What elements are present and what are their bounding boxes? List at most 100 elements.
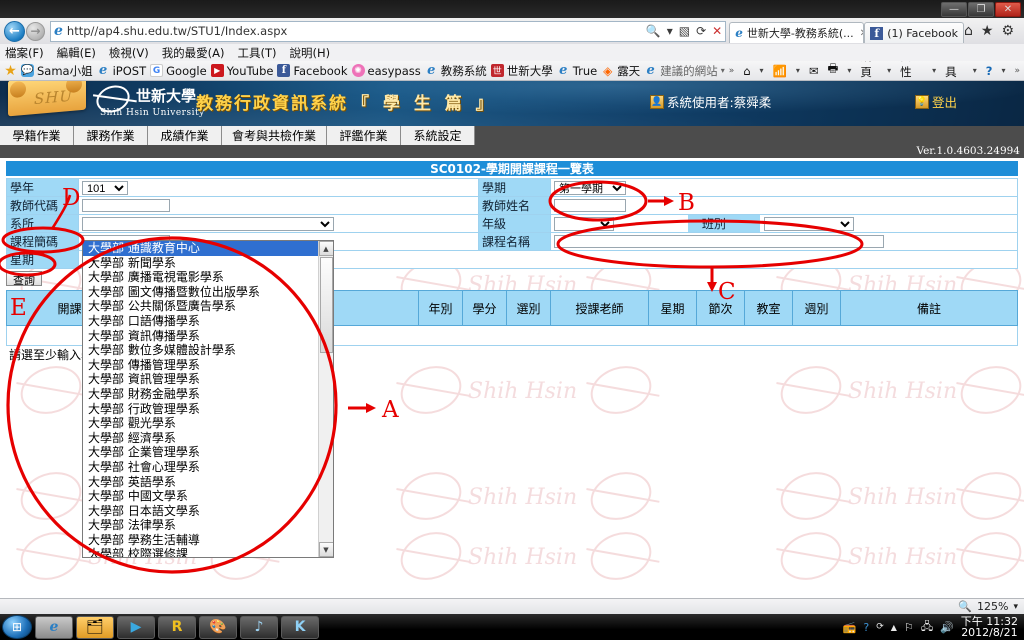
- nav-tab-huikao[interactable]: 會考與共檢作業: [222, 126, 328, 145]
- dropdown-option[interactable]: 大學部 法律學系: [83, 518, 318, 533]
- teacher-name-input[interactable]: [554, 198, 626, 212]
- dropdown-option[interactable]: 大學部 公共關係暨廣告學系: [83, 299, 318, 314]
- back-button[interactable]: ←: [4, 20, 25, 42]
- help-menu[interactable]: ?: [986, 64, 993, 78]
- dropdown-option[interactable]: 大學部 行政管理學系: [83, 402, 318, 417]
- favorite-suggested-sites[interactable]: e 建議的網站 ▾: [644, 63, 725, 79]
- tools-gear-icon[interactable]: ⚙: [1001, 23, 1014, 39]
- menu-file[interactable]: 檔案(F): [5, 45, 44, 61]
- favorite-shu[interactable]: 世世新大學: [490, 63, 553, 79]
- overflow-chevron-icon[interactable]: »: [729, 66, 735, 76]
- close-button[interactable]: ✕: [995, 1, 1021, 17]
- security-menu[interactable]: 安全性(S): [900, 61, 923, 80]
- radio-icon[interactable]: 📻: [843, 621, 857, 634]
- home-icon[interactable]: ⌂: [964, 23, 973, 39]
- dropdown-scrollbar[interactable]: ▲ ▼: [318, 241, 333, 557]
- stop-icon[interactable]: ✕: [712, 24, 722, 38]
- nav-tab-xueji[interactable]: 學籍作業: [0, 126, 74, 145]
- favorite-jiaowu[interactable]: e 教務系統: [425, 63, 487, 79]
- taskbar-itunes[interactable]: ♪: [240, 615, 278, 639]
- dropdown-option[interactable]: 大學部 財務金融學系: [83, 387, 318, 402]
- dropdown-option[interactable]: 大學部 觀光學系: [83, 416, 318, 431]
- dropdown-option[interactable]: 大學部 企業管理學系: [83, 445, 318, 460]
- dropdown-option[interactable]: 大學部 日本語文學系: [83, 504, 318, 519]
- help-icon[interactable]: ?: [863, 621, 869, 634]
- volume-icon[interactable]: 🔊: [940, 621, 954, 634]
- academic-year-select[interactable]: 101: [82, 180, 128, 195]
- start-button[interactable]: ⊞: [2, 615, 32, 639]
- scroll-up-icon[interactable]: ▲: [318, 241, 333, 256]
- print-icon[interactable]: 🖶: [828, 61, 839, 80]
- dropdown-option[interactable]: 大學部 廣播電視電影學系: [83, 270, 318, 285]
- favorite-ruten[interactable]: ◈ 露天: [601, 63, 640, 79]
- zoom-level[interactable]: 125%: [977, 600, 1008, 613]
- dropdown-option[interactable]: 大學部 校際選修課: [83, 547, 318, 557]
- maximize-button[interactable]: ❐: [968, 1, 994, 17]
- dropdown-option[interactable]: 大學部 英語學系: [83, 475, 318, 490]
- address-bar[interactable]: e http//ap4.shu.edu.tw/STU1/Index.aspx 🔍…: [50, 20, 727, 42]
- department-dropdown-list[interactable]: 大學部 通識教育中心 大學部 新聞學系 大學部 廣播電視電影學系 大學部 圖文傳…: [82, 240, 334, 558]
- favorite-youtube[interactable]: ▶ YouTube: [210, 64, 273, 78]
- taskbar-paint[interactable]: 🎨: [199, 615, 237, 639]
- zoom-chevron-icon[interactable]: ▾: [1013, 602, 1018, 612]
- network-icon[interactable]: 🖧: [921, 618, 933, 637]
- minimize-button[interactable]: —: [941, 1, 967, 17]
- flag-icon[interactable]: ⚐: [904, 621, 914, 634]
- home-icon[interactable]: ⌂: [743, 64, 750, 78]
- nav-tab-kewu[interactable]: 課務作業: [74, 126, 148, 145]
- menu-help[interactable]: 說明(H): [290, 45, 331, 61]
- dropdown-option[interactable]: 大學部 口語傳播學系: [83, 314, 318, 329]
- refresh-icon[interactable]: ⟳: [696, 24, 706, 38]
- favorite-sama[interactable]: 💬 Sama小姐: [21, 63, 93, 79]
- tab-facebook[interactable]: f (1) Facebook: [864, 22, 964, 43]
- dropdown-option[interactable]: 大學部 傳播管理學系: [83, 358, 318, 373]
- overflow-chevron-icon-2[interactable]: »: [1014, 66, 1020, 76]
- dropdown-option[interactable]: 大學部 經濟學系: [83, 431, 318, 446]
- taskbar-kkbox[interactable]: K: [281, 615, 319, 639]
- menu-edit[interactable]: 編輯(E): [57, 45, 96, 61]
- forward-button[interactable]: →: [26, 21, 45, 41]
- nav-tab-chengji[interactable]: 成績作業: [148, 126, 222, 145]
- favorite-google[interactable]: G Google: [150, 64, 207, 78]
- chevron-down-icon[interactable]: ▾: [667, 24, 673, 38]
- favorite-easypass[interactable]: ✺ easypass: [351, 64, 421, 78]
- semester-select[interactable]: 第一學期: [554, 180, 626, 195]
- feeds-chevron-icon[interactable]: ▾: [796, 66, 800, 75]
- favorites-star-icon[interactable]: ★: [981, 23, 994, 39]
- dropdown-option[interactable]: 大學部 資訊管理學系: [83, 372, 318, 387]
- dropdown-options[interactable]: 大學部 通識教育中心 大學部 新聞學系 大學部 廣播電視電影學系 大學部 圖文傳…: [83, 241, 318, 557]
- favorite-ipost[interactable]: e iPOST: [97, 63, 146, 78]
- dropdown-option[interactable]: 大學部 學務生活輔導: [83, 533, 318, 548]
- taskbar-media-player[interactable]: ▶: [117, 615, 155, 639]
- show-hidden-icons-chevron[interactable]: ▲: [891, 623, 897, 632]
- update-icon[interactable]: ⟳: [876, 622, 884, 632]
- tab-jiaowu-system[interactable]: e 世新大學-教務系統(... ✕: [729, 22, 865, 43]
- department-select[interactable]: [82, 216, 334, 231]
- scrollbar-thumb[interactable]: [319, 257, 333, 353]
- print-chevron-icon[interactable]: ▾: [847, 66, 851, 75]
- taskbar-file-explorer[interactable]: 🗂: [76, 615, 114, 639]
- dropdown-option[interactable]: 大學部 數位多媒體設計學系: [83, 343, 318, 358]
- dropdown-option[interactable]: 大學部 資訊傳播學系: [83, 329, 318, 344]
- taskbar-pps-player[interactable]: R: [158, 615, 196, 639]
- taskbar-internet-explorer[interactable]: e: [35, 615, 73, 639]
- dropdown-option[interactable]: 大學部 圖文傳播暨數位出版學系: [83, 285, 318, 300]
- course-name-input[interactable]: [554, 234, 884, 248]
- favorites-star-icon[interactable]: ★: [4, 63, 17, 79]
- feeds-icon[interactable]: 📶: [773, 64, 787, 78]
- dropdown-option[interactable]: 大學部 通識教育中心: [83, 241, 318, 256]
- compatibility-view-icon[interactable]: ▧: [679, 24, 690, 38]
- query-button[interactable]: 查詢: [6, 271, 42, 287]
- menu-view[interactable]: 檢視(V): [109, 45, 149, 61]
- dropdown-option[interactable]: 大學部 中國文學系: [83, 489, 318, 504]
- dropdown-option[interactable]: 大學部 社會心理學系: [83, 460, 318, 475]
- favorite-true[interactable]: e True: [557, 63, 597, 78]
- menu-tools[interactable]: 工具(T): [238, 45, 277, 61]
- taskbar-clock[interactable]: 下午 11:32 2012/8/21: [961, 616, 1018, 638]
- nav-tab-pingjian[interactable]: 評鑑作業: [327, 126, 402, 145]
- favorite-facebook[interactable]: f Facebook: [277, 64, 348, 78]
- teacher-code-input[interactable]: [82, 198, 170, 212]
- search-icon[interactable]: 🔍: [646, 24, 661, 38]
- mail-icon[interactable]: ✉: [809, 64, 819, 78]
- menu-favorites[interactable]: 我的最愛(A): [162, 45, 225, 61]
